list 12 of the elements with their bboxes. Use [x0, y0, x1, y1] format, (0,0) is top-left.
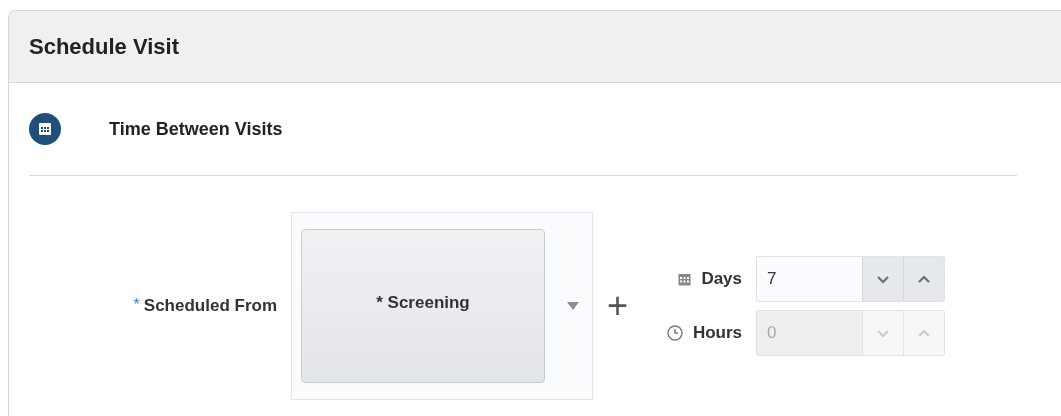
field-label: Days	[701, 268, 743, 291]
clock-icon	[666, 325, 683, 341]
calendar-icon	[678, 272, 692, 286]
dropdown-arrow-icon[interactable]	[567, 302, 579, 310]
visit-select-button[interactable]: * Screening	[301, 229, 545, 383]
plus-sign: +	[607, 288, 629, 324]
field-label: Hours	[692, 322, 743, 345]
window-title: Schedule Visit	[29, 33, 179, 61]
field-label: Scheduled From	[143, 295, 277, 318]
calendar-icon	[29, 113, 61, 145]
section-title: Time Between Visits	[109, 117, 283, 141]
required-mark: *	[133, 295, 140, 316]
